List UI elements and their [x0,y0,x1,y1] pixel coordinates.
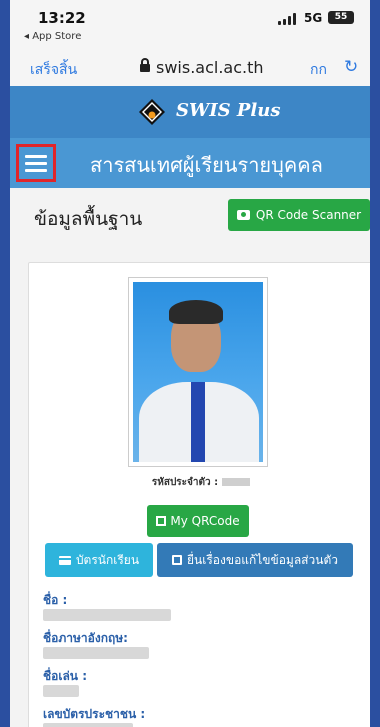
student-id: รหัสประจำตัว : [29,475,370,490]
text-size-button[interactable]: กก [310,59,327,81]
swis-logo-icon [139,99,165,125]
brand-name: SWIS Plus [176,100,281,121]
section-title: ข้อมูลพื้นฐาน [34,208,143,230]
lock-icon [140,58,150,72]
page-title: สารสนเทศผู้เรียนรายบุคคล [90,153,323,177]
clock: 13:22 [38,9,86,27]
brand-bar: SWIS Plus [10,86,370,138]
main-content: ข้อมูลพื้นฐาน QR Code Scanner รหัสประจำต… [10,188,370,727]
back-to-app-store[interactable]: ◂ App Store [24,31,81,42]
title-bar: สารสนเทศผู้เรียนรายบุคคล [10,138,370,188]
student-id-label: รหัสประจำตัว : [151,477,219,488]
camera-icon [236,210,250,220]
student-card-label: บัตรนักเรียน [75,552,140,567]
my-qrcode-button[interactable]: My QRCode [147,505,249,537]
field-citizen-id-label: เลขบัตรประชาชน : [43,707,146,721]
reload-icon[interactable]: ↻ [344,57,358,77]
field-nickname-label: ชื่อเล่น : [43,669,87,683]
hamburger-menu-icon[interactable] [16,144,56,182]
redacted-value [43,685,79,697]
field-name-label: ชื่อ : [43,593,68,607]
qr-icon [156,516,167,526]
done-button[interactable]: เสร็จสิ้น [30,59,77,81]
student-photo [128,277,268,467]
battery-icon: 55 [328,11,354,24]
browser-bar: เสร็จสิ้น swis.acl.ac.th กก ↻ [10,52,370,86]
redacted-value [43,609,171,621]
student-card-button[interactable]: บัตรนักเรียน [45,543,153,577]
url-field[interactable]: swis.acl.ac.th [140,58,264,77]
field-english-name-label: ชื่อภาษาอังกฤษ: [43,631,128,645]
redacted-value [43,647,149,659]
my-qrcode-label: My QRCode [170,514,240,528]
edit-request-label: ยื่นเรื่องขอแก้ไขข้อมูลส่วนตัว [187,552,338,567]
qr-code-scanner-label: QR Code Scanner [255,208,362,222]
network-type: 5G [304,11,323,25]
redacted-value [222,478,251,486]
edit-icon [172,555,183,565]
url-text: swis.acl.ac.th [156,58,264,77]
qr-code-scanner-button[interactable]: QR Code Scanner [228,199,370,231]
status-bar: 13:22 ◂ App Store 5G 55 [10,0,370,52]
profile-card: รหัสประจำตัว : My QRCode บัตรนักเรียน ยื… [28,262,370,727]
edit-request-button[interactable]: ยื่นเรื่องขอแก้ไขข้อมูลส่วนตัว [157,543,353,577]
phone-screen: 13:22 ◂ App Store 5G 55 เสร็จสิ้น swis.a… [10,0,370,727]
signal-icon [278,13,298,25]
redacted-value [43,723,133,727]
id-card-icon [58,555,71,565]
